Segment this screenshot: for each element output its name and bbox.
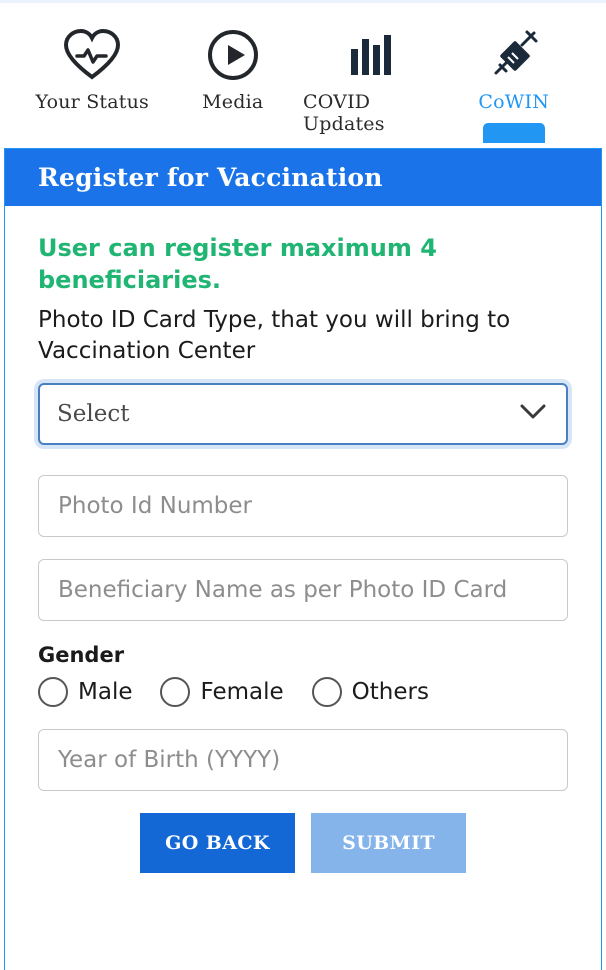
radio-circle-icon — [38, 676, 68, 707]
heart-pulse-icon — [63, 25, 121, 85]
top-navigation-bar: Your Status Media COVID Updates CoWIN — [0, 0, 606, 148]
gender-option-male[interactable]: Male — [38, 676, 133, 707]
year-of-birth-input[interactable]: Year of Birth (YYYY) — [38, 728, 568, 791]
play-circle-icon — [207, 25, 259, 85]
gender-option-others[interactable]: Others — [311, 676, 429, 707]
beneficiary-name-placeholder: Beneficiary Name as per Photo ID Card — [58, 576, 508, 603]
photo-id-number-placeholder: Photo Id Number — [58, 492, 253, 519]
nav-item-your-status[interactable]: Your Status — [22, 25, 163, 113]
go-back-button[interactable]: GO BACK — [140, 812, 295, 873]
gender-option-others-label: Others — [351, 678, 429, 705]
nav-item-covid-updates[interactable]: COVID Updates — [303, 25, 444, 135]
gender-option-female[interactable]: Female — [160, 676, 284, 707]
max-beneficiaries-notice: User can register maximum 4 beneficiarie… — [38, 234, 437, 295]
gender-label: Gender — [38, 642, 125, 667]
nav-item-media[interactable]: Media — [163, 25, 304, 113]
gender-option-male-label: Male — [78, 678, 133, 705]
nav-items: Your Status Media COVID Updates CoWIN — [0, 3, 606, 143]
nav-item-cowin[interactable]: CoWIN — [444, 25, 585, 143]
card-title: Register for Vaccination — [5, 149, 601, 206]
card-body: User can register maximum 4 beneficiarie… — [5, 206, 601, 873]
form-actions: GO BACK SUBMIT — [38, 812, 568, 873]
photo-id-type-value: Select — [57, 400, 130, 427]
chevron-down-icon — [520, 404, 546, 424]
year-of-birth-placeholder: Year of Birth (YYYY) — [58, 746, 281, 773]
gender-option-female-label: Female — [200, 678, 284, 705]
submit-button[interactable]: SUBMIT — [311, 812, 466, 873]
photo-id-number-input[interactable]: Photo Id Number — [38, 474, 568, 537]
radio-circle-icon — [311, 676, 342, 707]
radio-circle-icon — [160, 676, 191, 707]
nav-label-cowin: CoWIN — [478, 91, 550, 113]
photo-id-type-select[interactable]: Select — [38, 382, 568, 445]
bar-chart-icon — [345, 25, 401, 85]
registration-card: Register for Vaccination User can regist… — [4, 148, 602, 970]
photo-id-prompt: Photo ID Card Type, that you will bring … — [38, 306, 511, 364]
beneficiary-name-input[interactable]: Beneficiary Name as per Photo ID Card — [38, 558, 568, 621]
active-tab-indicator — [482, 123, 545, 143]
nav-label-media: Media — [202, 91, 264, 113]
nav-label-covid-updates: COVID Updates — [303, 91, 385, 135]
gender-radio-group: Male Female Others — [38, 676, 568, 707]
nav-label-your-status: Your Status — [35, 91, 149, 113]
syringe-icon — [486, 25, 542, 85]
